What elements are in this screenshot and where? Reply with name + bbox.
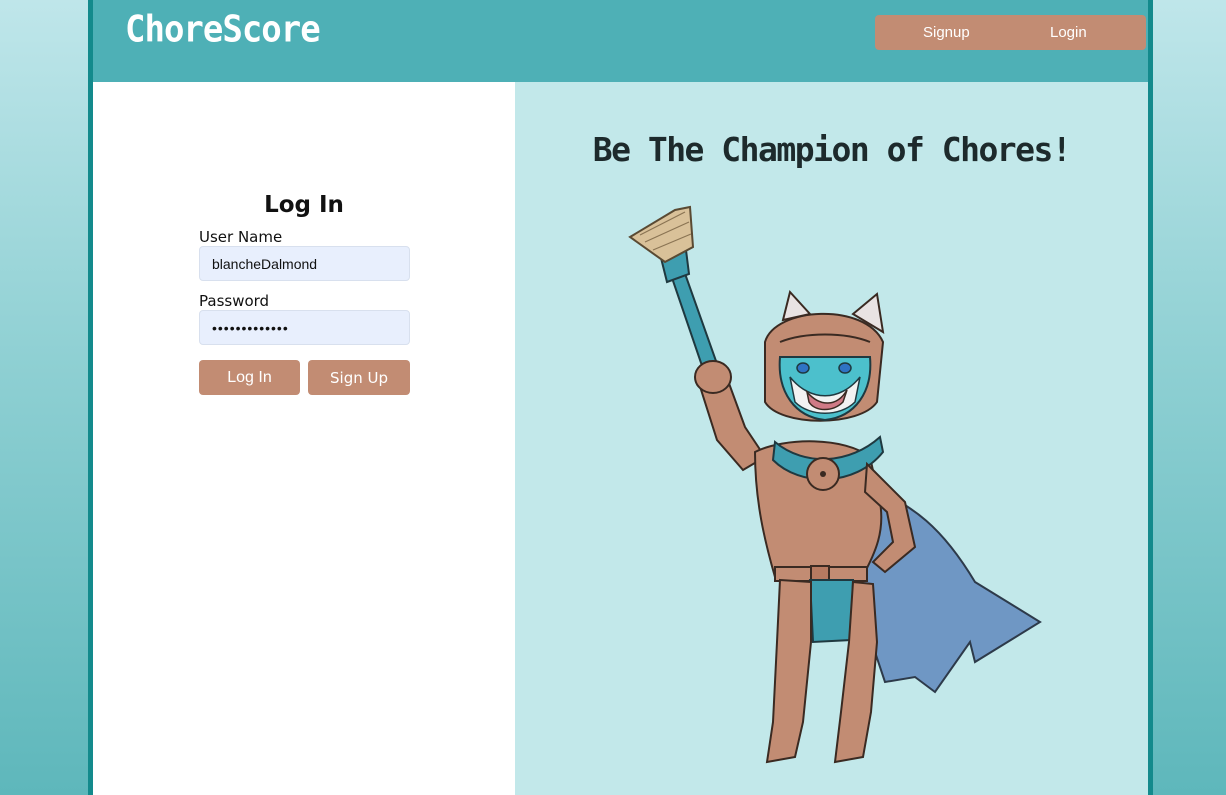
username-label: User Name	[199, 228, 283, 246]
nav-signup-link[interactable]: Signup	[923, 24, 970, 41]
login-title: Log In	[264, 192, 344, 218]
nav-login-link[interactable]: Login	[1050, 24, 1087, 41]
signup-button[interactable]: Sign Up	[308, 360, 410, 395]
knight-cat-illustration	[628, 205, 1042, 764]
hero-tagline: Be The Champion of Chores!	[592, 130, 1072, 169]
username-input[interactable]	[199, 246, 410, 281]
top-nav: Signup Login	[875, 15, 1146, 50]
site-header: ChoreScore Signup Login	[93, 0, 1148, 82]
login-button[interactable]: Log In	[199, 360, 300, 395]
password-label: Password	[199, 292, 270, 310]
hero-panel: Be The Champion of Chores!	[515, 82, 1148, 795]
brand-logo[interactable]: ChoreScore	[125, 8, 321, 51]
password-input[interactable]	[199, 310, 410, 345]
login-panel: Log In User Name Password Log In Sign Up	[93, 82, 515, 795]
